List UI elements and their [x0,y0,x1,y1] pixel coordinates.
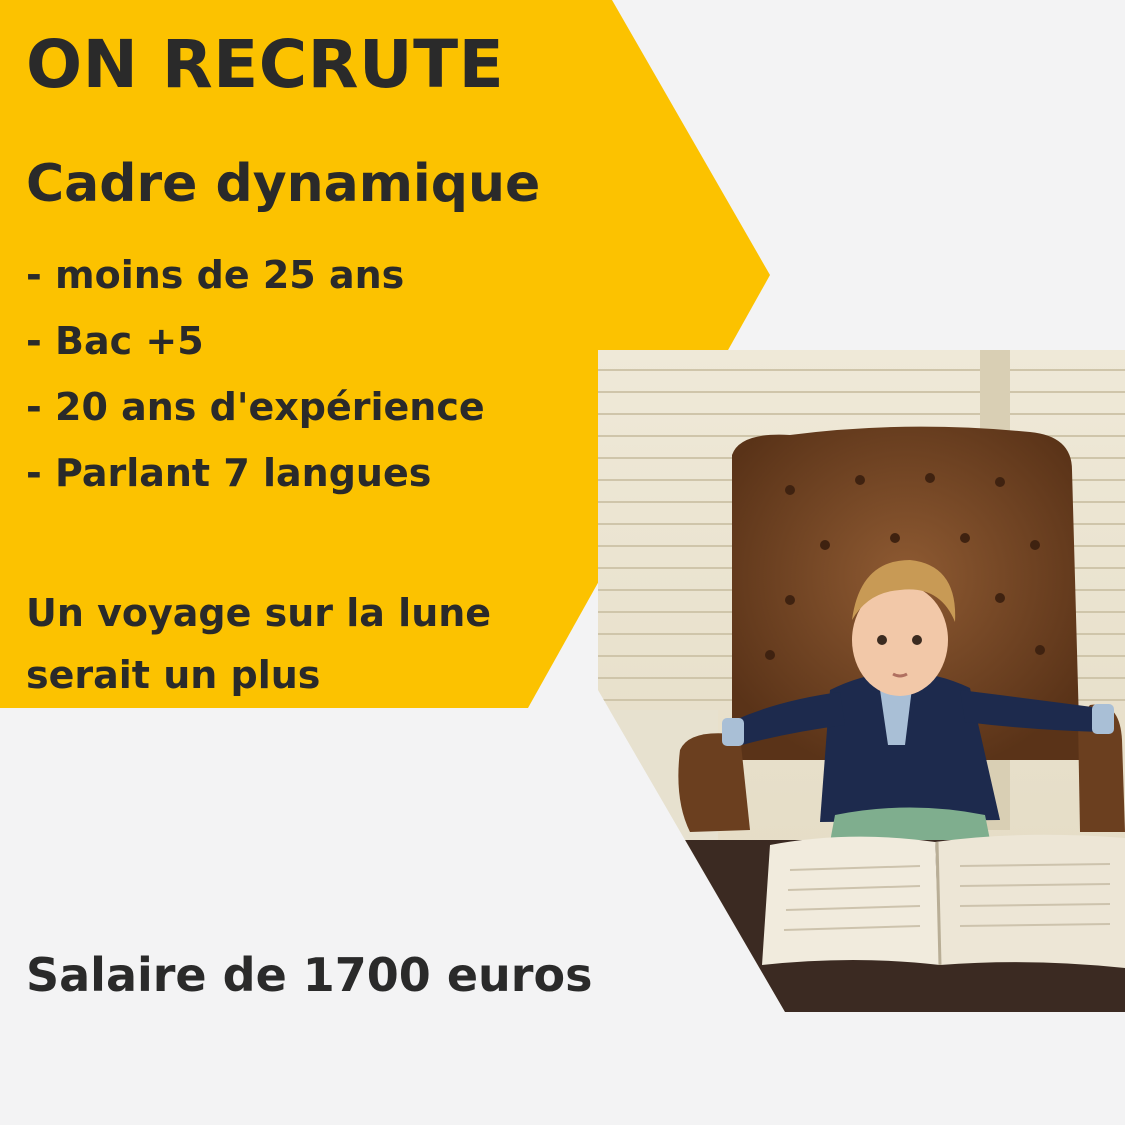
job-title: Cadre dynamique [26,154,541,214]
headline: ON RECRUTE [26,26,505,103]
bonus-line: Un voyage sur la lune [26,591,492,635]
requirement-item: - Bac +5 [26,319,204,363]
bonus-note: Un voyage sur la lune serait un plus [26,582,491,706]
bonus-line: serait un plus [26,653,321,697]
requirement-item: - Parlant 7 langues [26,451,432,495]
salary-text: Salaire de 1700 euros [26,948,593,1002]
office-photo [598,350,1125,1012]
requirement-item: - moins de 25 ans [26,253,405,297]
requirement-item: - 20 ans d'expérience [26,385,485,429]
